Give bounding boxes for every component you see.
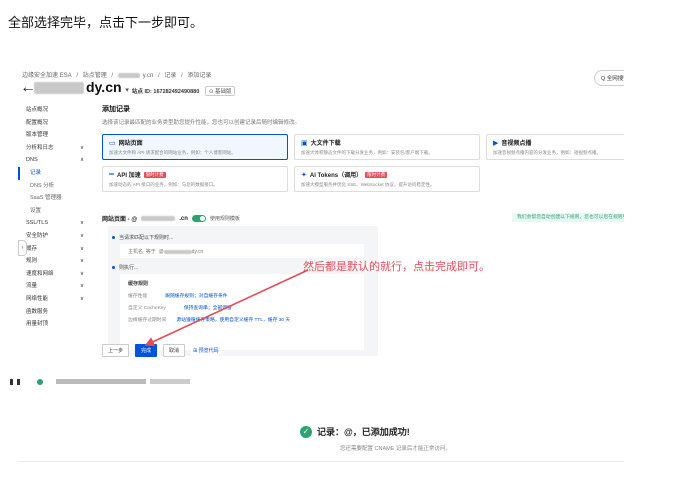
intro-text: 全部选择完毕，点击下一步即可。 (8, 15, 204, 30)
success-subtitle: 您还需要配置 CNAME 记录后才能正常访问。 (340, 446, 451, 452)
console-screenshot: 边缘安全加速 ESA / 站点管理 / y.cn / 记录 / 添加记录 ← d… (18, 62, 624, 362)
annotation-arrow-icon (144, 269, 309, 346)
success-title: 记录：@，已添加成功! (317, 427, 410, 437)
divider (18, 461, 624, 462)
success-message: ✓ 记录：@，已添加成功! (300, 425, 410, 438)
cropped-screenshot-strip (10, 379, 190, 385)
check-circle-icon: ✓ (300, 425, 312, 438)
